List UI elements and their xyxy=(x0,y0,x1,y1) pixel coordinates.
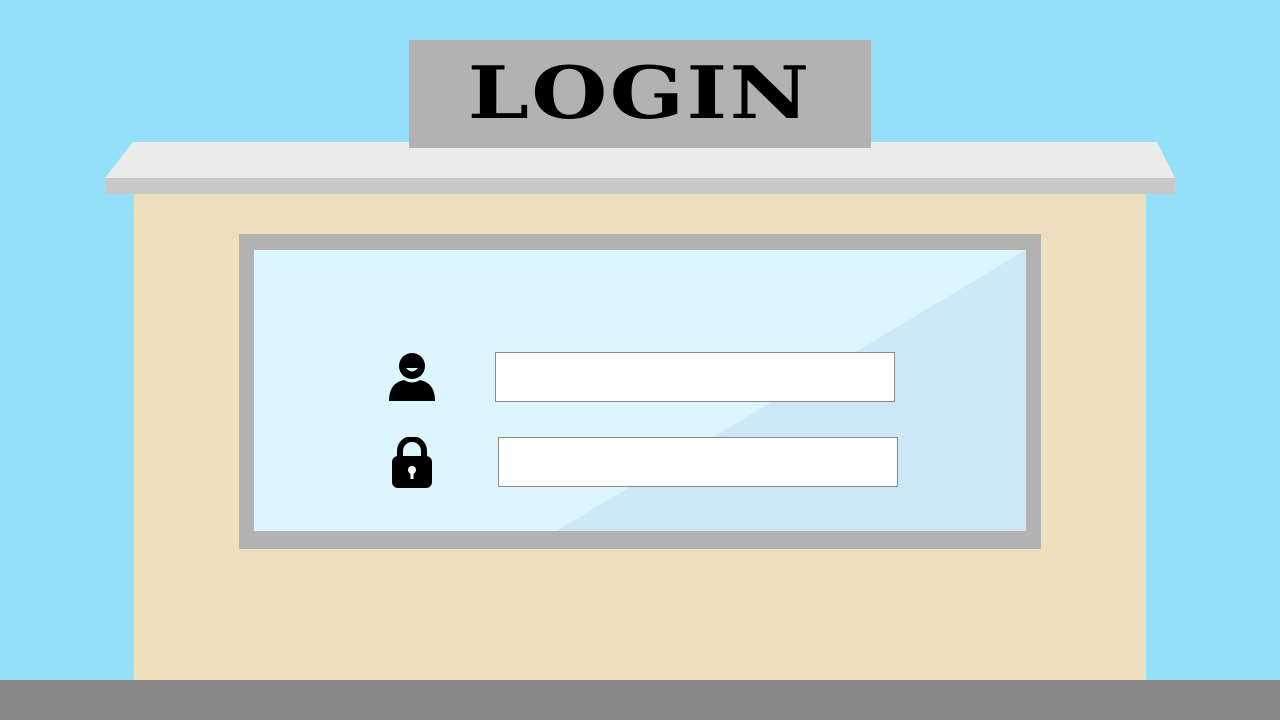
sign-title: LOGIN xyxy=(467,51,813,136)
user-icon xyxy=(389,353,435,401)
login-sign: LOGIN xyxy=(409,40,871,148)
lock-icon xyxy=(392,437,432,488)
password-input[interactable] xyxy=(498,437,898,487)
kiosk-roof xyxy=(105,142,1175,194)
ground xyxy=(0,680,1280,720)
username-input[interactable] xyxy=(495,352,895,402)
